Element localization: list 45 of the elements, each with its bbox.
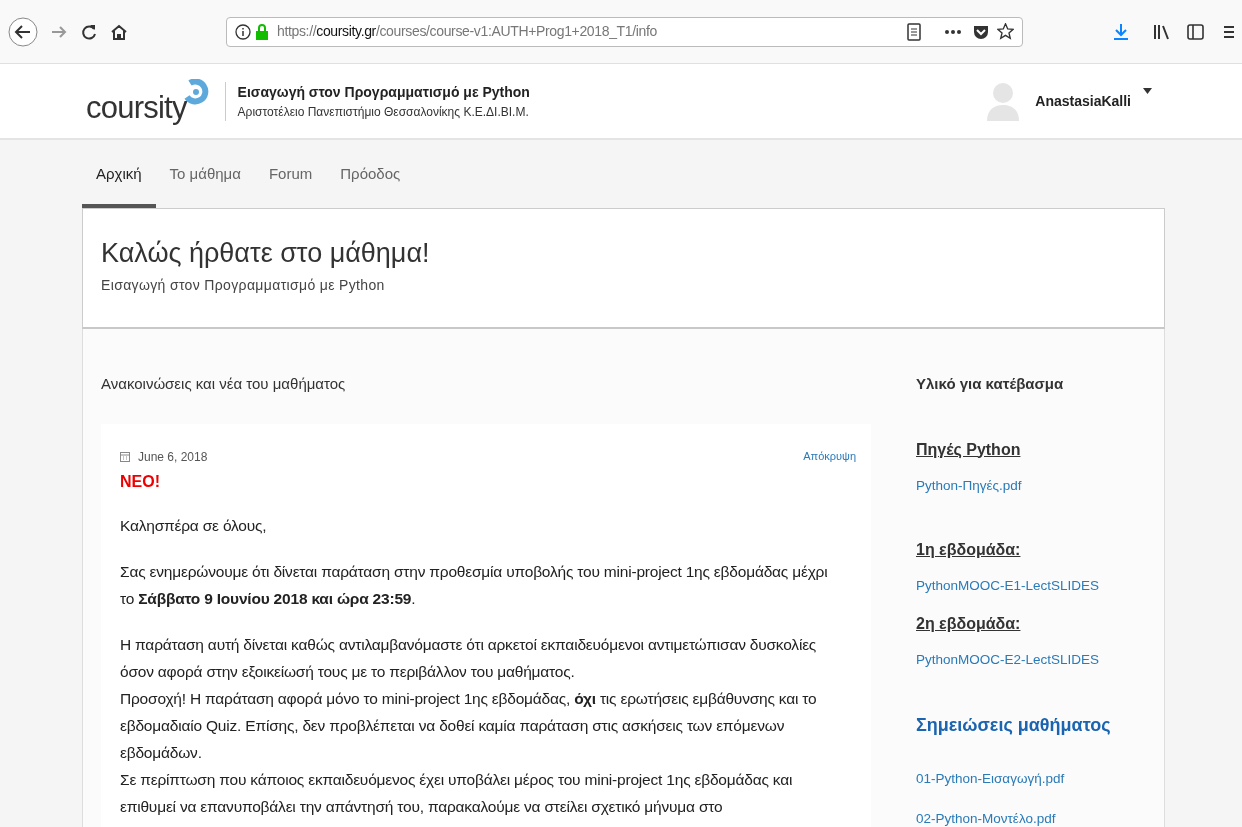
nav-tab[interactable]: Πρόοδος — [326, 140, 415, 208]
back-icon[interactable] — [8, 16, 38, 47]
paragraph: Καλησπέρα σε όλους, — [120, 515, 268, 536]
reader-view-icon[interactable] — [907, 22, 921, 41]
paragraph: Σε περίπτωση που κάποιος εκπαιδευόμενος έχει υποβάλει μέρος του mini-project 1ης εβδομάδας και επιθυμεί να επανυποβάλει την απάντησή του, παρακαλούμε να στείλει σχετικό μήνυμα στο — [120, 769, 794, 817]
url-text: https://coursity.gr/courses/course-v1:AUTH+Prog1+2018_T1/info — [277, 22, 657, 41]
download-icon[interactable] — [1113, 22, 1129, 41]
section-title: 2η εβδομάδα: — [916, 614, 1022, 634]
post-date: June 6, 2018 — [138, 448, 208, 466]
library-icon[interactable] — [1153, 23, 1171, 40]
calendar-icon — [120, 451, 130, 462]
file-link[interactable]: PythonMOOC-E2-LectSLIDES — [916, 650, 1164, 671]
nav-tab[interactable]: Forum — [254, 140, 327, 208]
paragraph: Η παράταση αυτή δίνεται καθώς αντιλαμβανόμαστε ότι αρκετοί εκπαιδευόμενοι αντιμετώπισαν δυσκολίες όσον αφορά στην εξοικείωσή τους με το περιβάλλον του μαθήματος. — [120, 634, 818, 682]
hide-link[interactable]: Απόκρυψη — [803, 448, 856, 465]
sidebar-heading: Υλικό για κατέβασμα — [916, 374, 1065, 394]
paragraph: Προσοχή! Η παράταση αφορά μόνο το mini-project 1ης εβδομάδας, όχι τις ερωτήσεις εμβάθυνσης και το εβδομαδιαίο Quiz. Επίσης, δεν προβλέπεται να δοθεί καμία παράταση στις ασκήσεις των επόμενων εβδομάδων. — [120, 688, 818, 763]
section-heading: Ανακοινώσεις και νέα του μαθήματος — [101, 374, 347, 394]
file-link[interactable]: 01-Python-Εισαγωγή.pdf — [916, 769, 1164, 790]
reload-icon[interactable] — [80, 22, 98, 41]
section-title: 1η εβδομάδα: — [916, 539, 1022, 560]
menu-icon[interactable] — [1224, 24, 1234, 39]
coursity-logo[interactable]: coursity — [86, 79, 209, 123]
paragraph: Σας ενημερώνουμε ότι δίνεται παράταση στην προθεσμία υποβολής του mini-project 1ης εβδομάδας μέχρι το Σάββατο 9 Ιουνίου 2018 και ώρα 23:59. — [120, 561, 829, 609]
user-name[interactable]: AnastasiaKalli — [1035, 90, 1131, 112]
home-icon[interactable] — [110, 22, 128, 41]
nav-tab[interactable]: Το μάθημα — [155, 140, 255, 208]
new-label: ΝΕΟ! — [120, 471, 160, 492]
star-icon[interactable] — [997, 23, 1014, 40]
sidebar-icon[interactable] — [1187, 23, 1204, 40]
section-title: Σημειώσεις μαθήματος — [916, 714, 1112, 738]
section-title: Πηγές Python — [916, 439, 1022, 460]
more-icon[interactable] — [945, 29, 961, 34]
dropdown-caret-icon[interactable] — [1143, 88, 1152, 94]
file-link[interactable]: 02-Python-Μοντέλο.pdf — [916, 808, 1164, 827]
lock-icon — [255, 23, 269, 40]
address-bar[interactable]: https://coursity.gr/courses/course-v1:AUTH+Prog1+2018_T1/info — [226, 16, 1023, 47]
file-link[interactable]: PythonMOOC-E1-LectSLIDES — [916, 575, 1164, 596]
pocket-icon[interactable] — [973, 23, 989, 40]
file-link[interactable]: Python-Πηγές.pdf — [916, 475, 1164, 496]
welcome-title: Καλώς ήρθατε στο μάθημα! — [101, 237, 431, 270]
info-icon[interactable] — [235, 23, 251, 40]
institution-name: Αριστοτέλειο Πανεπιστήμιο Θεσσαλονίκης Κ.Ε.ΔΙ.ΒΙ.Μ. — [237, 103, 530, 121]
course-title: Εισαγωγή στον Προγραμματισμό με Python — [237, 82, 530, 102]
welcome-subtitle: Εισαγωγή στον Προγραμματισμό με Python — [101, 275, 386, 295]
